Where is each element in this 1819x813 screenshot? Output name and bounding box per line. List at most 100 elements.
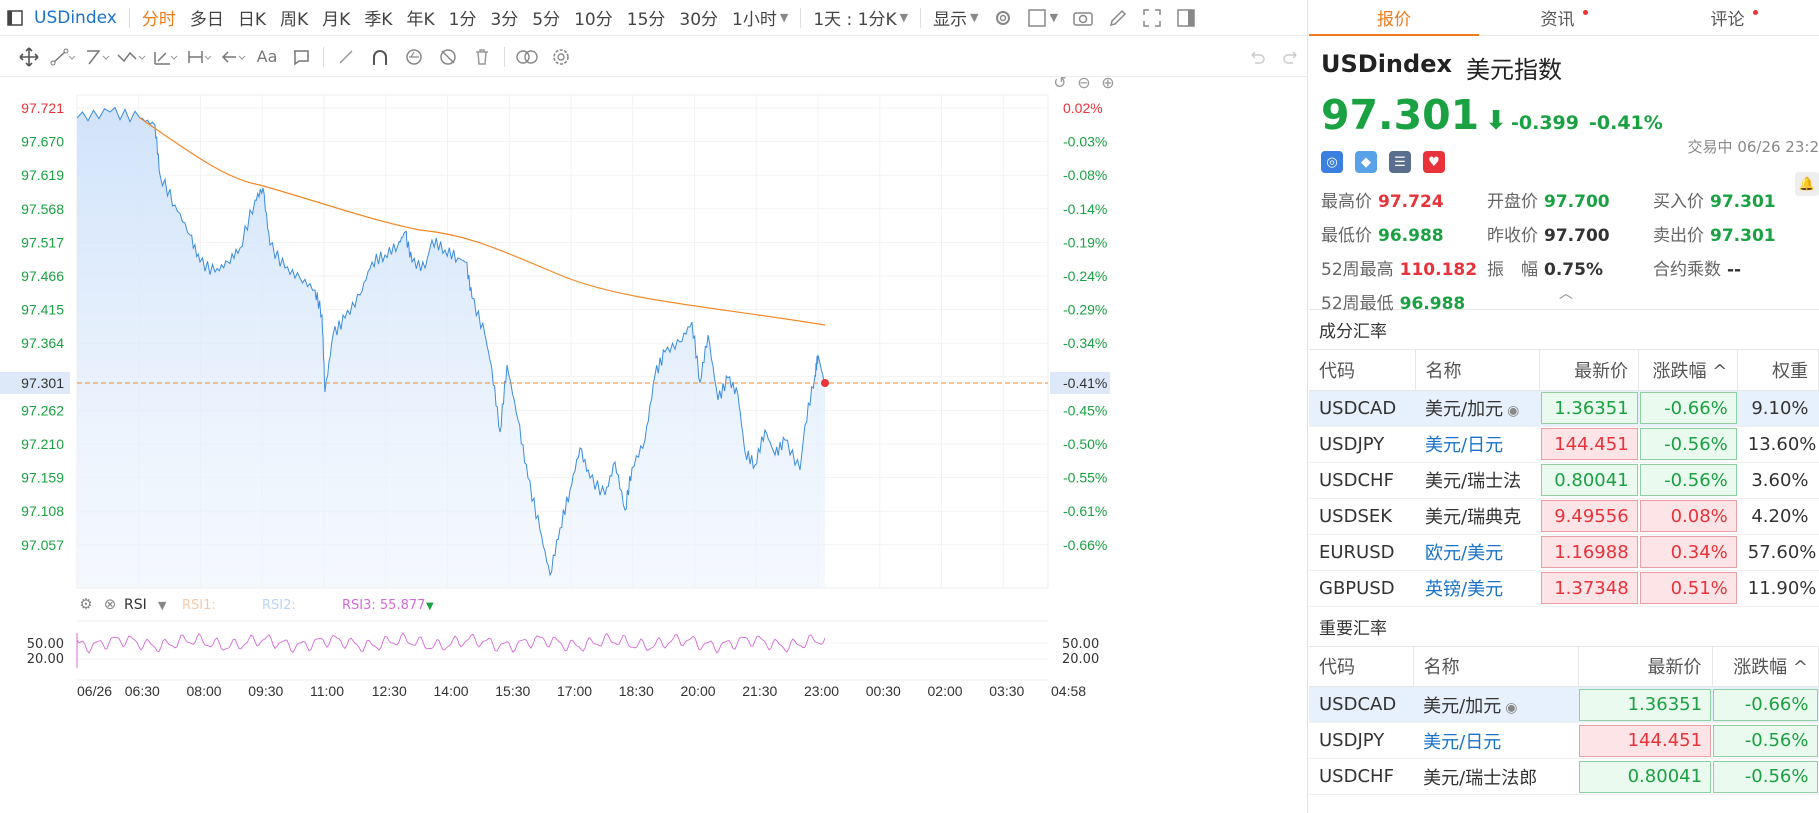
camera-icon[interactable] [1065,9,1101,27]
period-3[interactable]: 周K [273,5,315,30]
tab-comments[interactable]: 评论 [1649,0,1819,35]
price-chart[interactable]: 97.721 97.670 97.619 97.568 97.517 97.466 97.4… [0,0,1308,813]
name-cell[interactable]: 欧元/美元 [1415,534,1540,571]
zoom-in-icon[interactable]: ⊕ [1101,73,1114,92]
name-cell[interactable]: 美元/日元 [1415,426,1540,463]
chevron-up-icon[interactable]: ︿ [1559,283,1573,303]
reset-icon[interactable]: ↺ [1053,73,1066,92]
pair-name[interactable]: 英镑/美元 [1425,579,1503,600]
chevron-down-icon[interactable]: ▼ [158,599,167,612]
magnet-icon[interactable] [363,42,397,72]
bell-icon[interactable]: 🔔 [1795,172,1819,196]
eye-icon[interactable]: ◉ [1505,700,1517,716]
display-dropdown[interactable]: 显示 ▼ [926,5,985,30]
table-row[interactable]: USDJPY 美元/日元 144.451 -0.56% [1309,722,1819,759]
table-row[interactable]: USDCAD 美元/加元 ◉ 1.36351 -0.66% 9.10% [1309,390,1819,427]
pencil-icon[interactable] [1101,8,1135,28]
comment-icon[interactable] [284,42,318,72]
name-cell[interactable]: 美元/加元 ◉ [1415,390,1540,427]
period-7[interactable]: 1分 [442,5,484,30]
y-tick-label: 97.568 [21,201,64,217]
period-2[interactable]: 日K [231,5,273,30]
pair-name[interactable]: 美元/加元 [1425,399,1503,420]
pair-name[interactable]: 美元/日元 [1423,732,1501,753]
name-cell[interactable]: 美元/瑞士法 [1415,462,1540,499]
chart-style-icon[interactable]: ▼ [1020,8,1065,28]
trend-line-icon[interactable] [46,42,80,72]
tag-icon[interactable]: ◆ [1355,151,1377,173]
zoom-out-icon[interactable]: ⊖ [1077,73,1090,92]
period-9[interactable]: 5分 [525,5,567,30]
arrow-left-icon[interactable] [216,42,250,72]
table-row[interactable]: USDCHF 美元/瑞士法郎 0.80041 -0.56% [1309,758,1819,795]
column-header[interactable]: 最新价 [1578,646,1713,687]
day-scale-dropdown[interactable]: 1天 : 1分K ▼ [806,5,915,30]
sync-icon[interactable] [397,42,431,72]
column-header[interactable]: 代码 [1309,350,1416,391]
tab-quote[interactable]: 报价 [1309,0,1479,36]
hour-dropdown[interactable]: 1小时 ▼ [725,5,795,30]
tab-news[interactable]: 资讯 [1479,0,1649,35]
column-header[interactable]: 名称 [1415,350,1541,391]
polyline-icon[interactable] [80,42,114,72]
period-4[interactable]: 月K [315,5,357,30]
trash-icon[interactable] [465,42,499,72]
settings-icon[interactable] [986,8,1020,28]
eye-icon[interactable]: ◉ [1507,403,1519,419]
pair-name[interactable]: 欧元/美元 [1425,543,1503,564]
name-cell[interactable]: 美元/瑞士法郎 [1413,758,1579,795]
table-row[interactable]: USDJPY 美元/日元 144.451 -0.56% 13.60% [1309,426,1819,463]
text-icon[interactable]: Aa [250,42,284,72]
table-row[interactable]: USDCHF 美元/瑞士法 0.80041 -0.56% 3.60% [1309,462,1819,499]
period-10[interactable]: 10分 [567,5,620,30]
layout-icon[interactable] [0,9,30,26]
panel-toggle-icon[interactable] [1169,8,1203,28]
period-8[interactable]: 3分 [483,5,525,30]
period-12[interactable]: 30分 [672,5,725,30]
pair-name[interactable]: 美元/瑞士法郎 [1423,768,1537,789]
close-icon[interactable]: ⊗ [104,595,117,613]
column-header[interactable]: 涨跌幅 ^ [1638,350,1739,391]
y-tick-label: 97.670 [21,134,64,150]
column-header[interactable]: 名称 [1413,646,1579,687]
notes-icon[interactable]: ☰ [1389,151,1411,173]
name-cell[interactable]: 美元/瑞典克 [1415,498,1540,535]
period-1[interactable]: 多日 [183,5,231,30]
move-icon[interactable] [12,42,46,72]
table-row[interactable]: EURUSD 欧元/美元 1.16988 0.34% 57.60% [1309,534,1819,571]
gear-icon[interactable] [544,42,578,72]
pair-name[interactable]: 美元/日元 [1425,435,1503,456]
price-cell: 9.49556 [1539,498,1639,535]
column-header[interactable]: 代码 [1309,646,1414,687]
symbol-label[interactable]: USDindex [30,8,124,28]
period-0[interactable]: 分时 [135,5,183,30]
period-6[interactable]: 年K [399,5,441,30]
table-row[interactable]: USDCAD 美元/加元 ◉ 1.36351 -0.66% [1309,686,1819,723]
period-11[interactable]: 15分 [620,5,673,30]
fullscreen-icon[interactable] [1135,8,1169,28]
pair-name[interactable]: 美元/加元 [1423,696,1501,717]
wave-icon[interactable] [114,42,148,72]
table-row[interactable]: USDSEK 美元/瑞典克 9.49556 0.08% 4.20% [1309,498,1819,535]
globe-icon[interactable]: ◎ [1321,151,1343,173]
hide-icon[interactable] [431,42,465,72]
range-icon[interactable] [182,42,216,72]
name-cell[interactable]: 美元/加元 ◉ [1413,686,1579,723]
undo-icon[interactable] [1240,42,1274,72]
pair-name[interactable]: 美元/瑞典克 [1425,507,1521,528]
ruler-icon[interactable] [329,42,363,72]
name-cell[interactable]: 美元/日元 [1413,722,1579,759]
name-cell[interactable]: 英镑/美元 [1415,570,1540,607]
column-header[interactable]: 权重 [1737,350,1819,391]
compare-icon[interactable] [510,42,544,72]
period-5[interactable]: 季K [357,5,399,30]
table-row[interactable]: GBPUSD 英镑/美元 1.37348 0.51% 11.90% [1309,570,1819,607]
gear-icon[interactable]: ⚙ [79,595,92,613]
redo-icon[interactable] [1274,42,1308,72]
y-tick-label-pct: -0.14% [1063,201,1107,217]
favorite-heart-icon[interactable]: ♥ [1423,151,1445,173]
column-header[interactable]: 最新价 [1539,350,1640,391]
pair-name[interactable]: 美元/瑞士法 [1425,471,1521,492]
measure-icon[interactable] [148,42,182,72]
column-header[interactable]: 涨跌幅 ^ [1712,646,1819,687]
